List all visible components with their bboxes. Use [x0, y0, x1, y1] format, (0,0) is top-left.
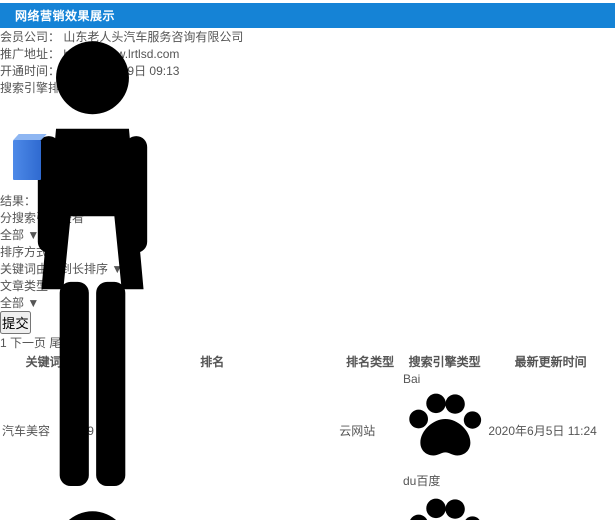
app-header: 网络营销效果展示 — [0, 3, 615, 28]
page-title: 网络营销效果展示 — [15, 9, 116, 23]
baidu-logo-text-du: du — [402, 474, 417, 489]
info-section: 会员公司： 山东老人头汽车服务咨询有限公司 推广地址： https://www.… — [0, 28, 615, 520]
engine-cell: Bai du百度 — [403, 372, 486, 489]
update-time-cell: 2020年6月5日 11:24 — [488, 424, 597, 439]
engine-cell: 手机百度 — [403, 491, 486, 520]
baidu-paw-icon — [410, 499, 480, 520]
column-header: 排名类型 — [346, 355, 395, 369]
rank-type-cell: 云网站 — [339, 491, 401, 520]
baidu-logo-text-bai: Bai — [402, 372, 421, 386]
column-header: 最新更新时间 — [514, 355, 587, 369]
baidu-logo-text-cn: 百度 — [416, 474, 441, 489]
illustration-bar-green — [41, 122, 67, 180]
rank-type-cell: 云网站 — [339, 424, 376, 439]
baidu-paw-icon — [409, 393, 482, 456]
column-header: 搜索引擎类型 — [408, 355, 481, 369]
illustration-bar-blue — [13, 140, 41, 180]
baidu-pc-logo[interactable]: Bai du百度 — [403, 372, 486, 488]
businessman-figure-right — [5, 504, 180, 520]
bar-chart-illustration — [5, 34, 180, 520]
update-time-cell: 2020年6月20日 16:16 — [488, 491, 613, 520]
businessman-figure-left — [5, 34, 180, 504]
